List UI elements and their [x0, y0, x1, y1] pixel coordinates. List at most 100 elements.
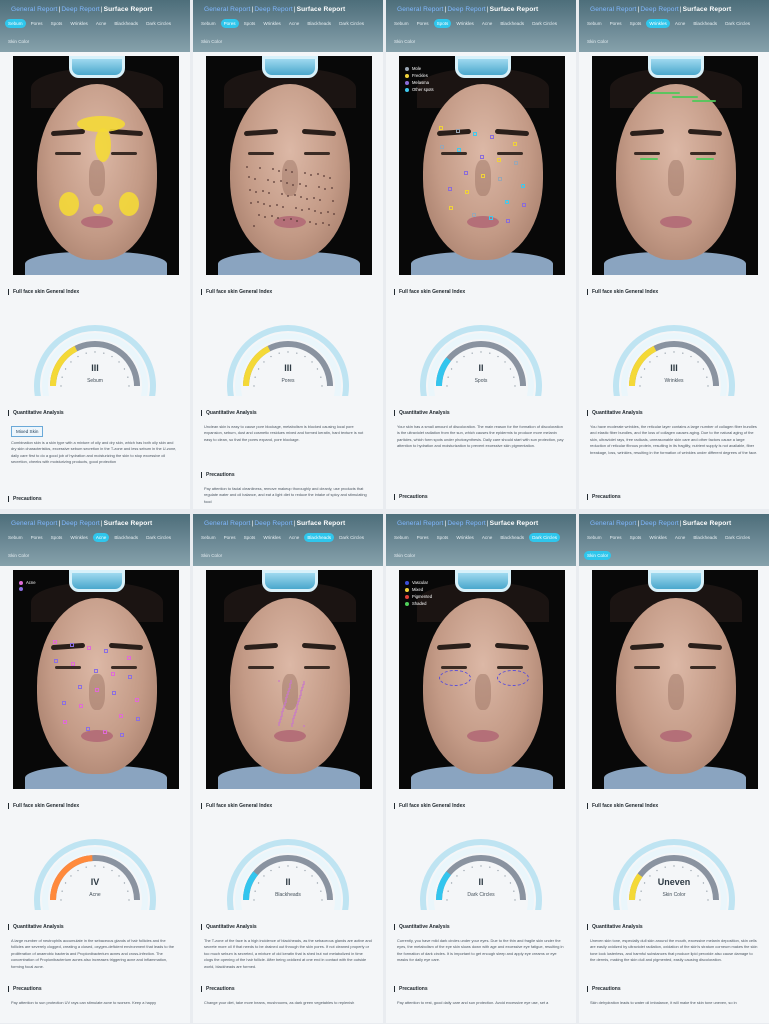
tab-dark-circles[interactable]: Dark Circles — [336, 19, 367, 28]
tab-sebum[interactable]: Sebum — [5, 19, 26, 28]
tab-spots[interactable]: Spots — [48, 19, 66, 28]
tab-skin-color[interactable]: Skin Color — [584, 551, 612, 560]
tab-wrinkles[interactable]: Wrinkles — [646, 19, 670, 28]
tab-sebum[interactable]: Sebum — [584, 19, 605, 28]
tab-pores[interactable]: Pores — [607, 19, 625, 28]
tab-acne[interactable]: Acne — [92, 533, 110, 542]
lips — [660, 216, 692, 228]
tab-acne[interactable]: Acne — [93, 19, 109, 28]
general-report-link[interactable]: General Report — [397, 6, 443, 13]
tab-spots[interactable]: Spots — [48, 533, 66, 542]
tab-blackheads[interactable]: Blackheads — [690, 19, 720, 28]
face-scan-image — [592, 570, 758, 789]
gauge-tick — [296, 352, 298, 354]
tab-acne[interactable]: Acne — [286, 533, 302, 542]
general-report-link[interactable]: General Report — [11, 520, 57, 527]
tab-wrinkles[interactable]: Wrinkles — [260, 19, 284, 28]
pore-mark — [290, 680, 292, 682]
general-report-link[interactable]: General Report — [204, 6, 250, 13]
tab-blackheads[interactable]: Blackheads — [304, 533, 335, 542]
pore-mark — [331, 187, 333, 189]
precautions-heading: Precautions — [587, 986, 621, 992]
tab-sebum[interactable]: Sebum — [5, 533, 26, 542]
pore-mark — [295, 709, 297, 711]
tab-sebum[interactable]: Sebum — [584, 533, 605, 542]
gauge-tick — [489, 352, 491, 354]
deep-report-link[interactable]: Deep Report — [447, 6, 486, 13]
tab-blackheads[interactable]: Blackheads — [111, 533, 141, 542]
tab-blackheads[interactable]: Blackheads — [111, 19, 141, 28]
tab-sebum[interactable]: Sebum — [198, 533, 219, 542]
spot-mark — [506, 219, 510, 223]
tab-acne[interactable]: Acne — [479, 19, 495, 28]
tab-skin-color[interactable]: Skin Color — [198, 551, 225, 560]
tab-acne[interactable]: Acne — [672, 19, 688, 28]
tab-blackheads[interactable]: Blackheads — [304, 19, 334, 28]
tab-skin-color[interactable]: Skin Color — [5, 37, 32, 46]
tab-blackheads[interactable]: Blackheads — [497, 533, 527, 542]
pore-mark — [292, 184, 294, 186]
tab-pores[interactable]: Pores — [607, 533, 625, 542]
general-report-link[interactable]: General Report — [590, 520, 636, 527]
pore-mark — [250, 202, 252, 204]
tab-dark-circles[interactable]: Dark Circles — [722, 533, 753, 542]
tab-wrinkles[interactable]: Wrinkles — [67, 19, 91, 28]
legend-item: Shaded — [405, 601, 432, 606]
deep-report-link[interactable]: Deep Report — [254, 520, 293, 527]
acne-mark — [70, 643, 74, 647]
tab-skin-color[interactable]: Skin Color — [391, 37, 418, 46]
tab-wrinkles[interactable]: Wrinkles — [260, 533, 284, 542]
tab-spots[interactable]: Spots — [433, 19, 452, 28]
tab-wrinkles[interactable]: Wrinkles — [453, 533, 477, 542]
general-report-link[interactable]: General Report — [397, 520, 443, 527]
pore-mark — [320, 212, 322, 214]
tab-skin-color[interactable]: Skin Color — [198, 37, 225, 46]
tab-dark-circles[interactable]: Dark Circles — [529, 19, 560, 28]
tab-pores[interactable]: Pores — [28, 19, 46, 28]
tab-acne[interactable]: Acne — [672, 533, 688, 542]
deep-report-link[interactable]: Deep Report — [640, 520, 679, 527]
tab-skin-color[interactable]: Skin Color — [391, 551, 418, 560]
general-report-link[interactable]: General Report — [590, 6, 636, 13]
tab-spots[interactable]: Spots — [434, 533, 452, 542]
tab-pores[interactable]: Pores — [221, 533, 239, 542]
tab-pores[interactable]: Pores — [414, 19, 432, 28]
pore-mark — [279, 719, 281, 721]
tab-pores[interactable]: Pores — [220, 19, 239, 28]
tab-acne[interactable]: Acne — [479, 533, 495, 542]
tab-skin-color[interactable]: Skin Color — [5, 551, 32, 560]
deep-report-link[interactable]: Deep Report — [61, 6, 100, 13]
tab-wrinkles[interactable]: Wrinkles — [646, 533, 670, 542]
title-separator: | — [679, 520, 682, 527]
tab-spots[interactable]: Spots — [241, 533, 259, 542]
tab-sebum[interactable]: Sebum — [198, 19, 219, 28]
surface-report-title: Surface Report — [682, 520, 732, 527]
tab-spots[interactable]: Spots — [241, 19, 259, 28]
tab-sebum[interactable]: Sebum — [391, 533, 412, 542]
tab-sebum[interactable]: Sebum — [391, 19, 412, 28]
tab-dark-circles[interactable]: Dark Circles — [722, 19, 753, 28]
deep-report-link[interactable]: Deep Report — [254, 6, 293, 13]
general-report-link[interactable]: General Report — [11, 6, 57, 13]
deep-report-link[interactable]: Deep Report — [61, 520, 100, 527]
tab-dark-circles[interactable]: Dark Circles — [529, 533, 561, 542]
tab-skin-color[interactable]: Skin Color — [584, 37, 611, 46]
tab-pores[interactable]: Pores — [28, 533, 46, 542]
tab-wrinkles[interactable]: Wrinkles — [67, 533, 91, 542]
tab-pores[interactable]: Pores — [414, 533, 432, 542]
deep-report-link[interactable]: Deep Report — [640, 6, 679, 13]
deep-report-link[interactable]: Deep Report — [447, 520, 486, 527]
general-report-link[interactable]: General Report — [204, 520, 250, 527]
tab-dark-circles[interactable]: Dark Circles — [143, 19, 174, 28]
tab-dark-circles[interactable]: Dark Circles — [336, 533, 367, 542]
pore-mark — [263, 203, 265, 205]
tab-spots[interactable]: Spots — [627, 533, 645, 542]
gauge-tick — [128, 899, 130, 901]
tab-wrinkles[interactable]: Wrinkles — [453, 19, 477, 28]
tab-dark-circles[interactable]: Dark Circles — [143, 533, 174, 542]
tab-spots[interactable]: Spots — [627, 19, 645, 28]
tab-acne[interactable]: Acne — [286, 19, 302, 28]
tab-blackheads[interactable]: Blackheads — [690, 533, 720, 542]
right-eye — [304, 152, 330, 155]
tab-blackheads[interactable]: Blackheads — [497, 19, 527, 28]
